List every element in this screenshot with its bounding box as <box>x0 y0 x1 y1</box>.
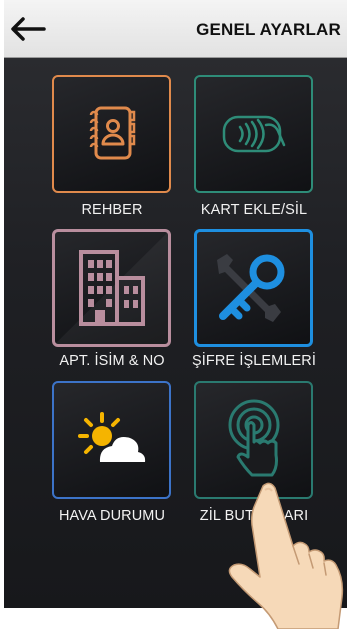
weather-sun-cloud-icon <box>77 412 145 462</box>
back-button[interactable] <box>8 14 48 44</box>
tile-sifre-islemleri[interactable] <box>194 229 313 347</box>
tile-label-hava-durumu: HAVA DURUMU <box>58 508 166 524</box>
tile-kart-ekle-sil[interactable] <box>194 75 313 193</box>
pointing-hand-icon <box>228 482 344 629</box>
tile-label-sifre-islemleri: ŞİFRE İŞLEMLERİ <box>192 353 316 369</box>
tile-label-rehber: REHBER <box>81 202 143 218</box>
doorbell-touch-icon <box>228 399 279 477</box>
contactless-card-icon <box>222 115 285 153</box>
top-bar: GENEL AYARLAR <box>4 0 347 58</box>
tile-rehber[interactable] <box>52 75 171 193</box>
tile-hava-durumu[interactable] <box>52 381 171 499</box>
page-title: GENEL AYARLAR <box>196 20 341 39</box>
tile-label-kart-ekle-sil: KART EKLE/SİL <box>200 202 308 218</box>
address-book-icon <box>89 106 135 160</box>
tile-label-apt-isim-no: APT. İSİM & NO <box>59 353 165 369</box>
building-icon <box>78 250 145 326</box>
key-wrench-icon <box>216 254 284 322</box>
tile-apt-isim-no[interactable] <box>52 229 171 347</box>
arrow-left-icon <box>11 17 46 41</box>
